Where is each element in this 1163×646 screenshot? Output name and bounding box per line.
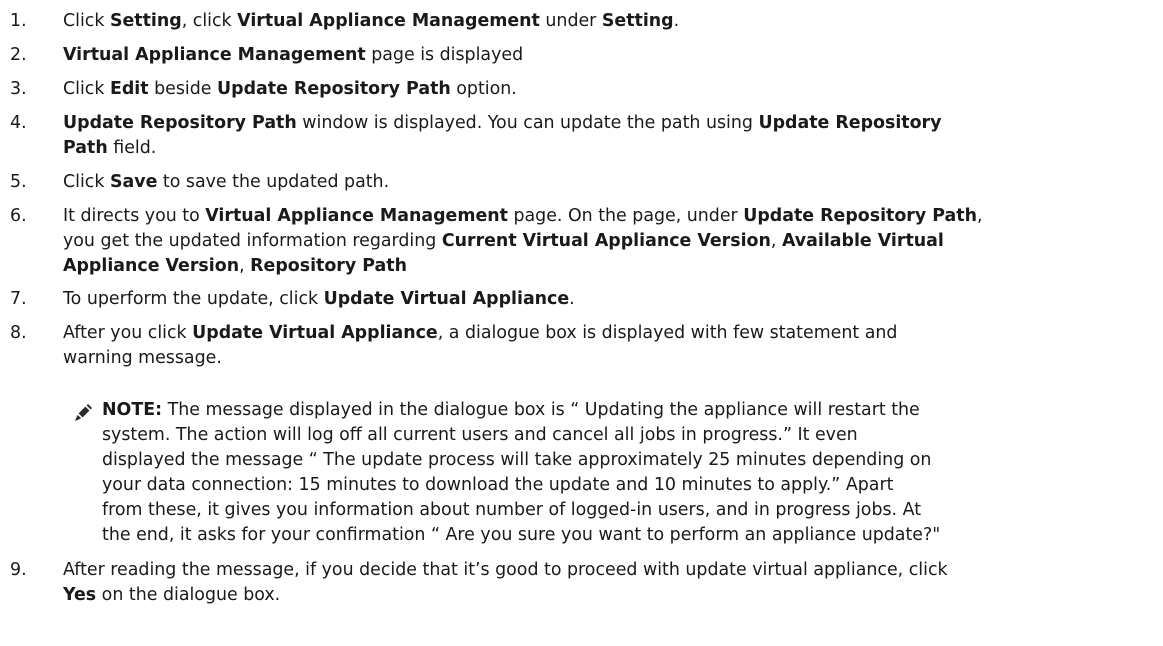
bold-term: Update Repository Path	[63, 113, 297, 133]
step-text: Virtual Appliance Management page is dis…	[63, 43, 1143, 68]
step-number: 4.	[10, 113, 27, 133]
step-text: Click Save to save the updated path.	[63, 170, 1143, 195]
bold-term: Current Virtual Appliance Version	[441, 231, 771, 251]
bold-term: Repository Path	[250, 256, 407, 276]
text-run: .	[569, 289, 575, 309]
bold-term: Virtual Appliance Management	[205, 206, 508, 226]
text-run: Click	[63, 79, 110, 99]
step-text: Update Repository Path window is display…	[63, 111, 1143, 161]
instruction-document: 1. Click Setting, click Virtual Applianc…	[0, 0, 1163, 646]
bold-term: Path	[63, 138, 108, 158]
step-number: 5.	[10, 172, 27, 192]
step-text: It directs you to Virtual Appliance Mana…	[63, 204, 1143, 279]
text-run: page. On the page, under	[507, 206, 744, 226]
text-run: To uperform the update, click	[63, 289, 324, 309]
bold-term: Virtual Appliance Management	[237, 11, 540, 31]
bold-term: Update Repository Path	[217, 79, 451, 99]
text-run: from these, it gives you information abo…	[102, 500, 922, 520]
step-number: 1.	[10, 11, 27, 31]
text-run: After reading the message, if you decide…	[63, 560, 948, 580]
text-run: Click	[63, 11, 110, 31]
note-text: NOTE: The message displayed in the dialo…	[102, 398, 1112, 548]
text-run: beside	[148, 79, 218, 99]
step-text: After reading the message, if you decide…	[63, 558, 1143, 608]
text-run: warning message.	[63, 348, 222, 368]
text-run: option.	[450, 79, 517, 99]
bold-term: Appliance Version	[63, 256, 240, 276]
step-number: 6.	[10, 206, 27, 226]
text-run: window is displayed. You can update the …	[296, 113, 759, 133]
text-run: system. The action will log off all curr…	[102, 425, 858, 445]
text-run: The message displayed in the dialogue bo…	[162, 400, 920, 420]
bold-term: Update Repository Path	[743, 206, 977, 226]
bold-term: Yes	[63, 585, 97, 605]
bold-term: Update Virtual Appliance	[192, 323, 438, 343]
text-run: page is displayed	[365, 45, 524, 65]
text-run: displayed the message “ The update proce…	[102, 450, 932, 470]
text-run: .	[673, 11, 680, 31]
bold-term: NOTE:	[102, 400, 163, 420]
text-run: It directs you to	[63, 206, 206, 226]
bold-term: Setting	[601, 11, 674, 31]
text-run: field.	[107, 138, 157, 158]
step-number: 8.	[10, 323, 27, 343]
step-number: 7.	[10, 289, 27, 309]
text-run: you get the updated information regardin…	[63, 231, 442, 251]
step-text: After you click Update Virtual Appliance…	[63, 321, 1143, 371]
text-run: the end, it asks for your confirmation “…	[102, 525, 941, 545]
step-text: Click Setting, click Virtual Appliance M…	[63, 9, 1143, 34]
text-run: Click	[63, 172, 110, 192]
bold-term: Setting	[109, 11, 182, 31]
text-run: ,	[770, 231, 782, 251]
text-run: on the dialogue box.	[96, 585, 281, 605]
pencil-note-icon	[74, 402, 94, 422]
bold-term: Available Virtual	[781, 231, 944, 251]
text-run: , click	[181, 11, 238, 31]
text-run: your data connection: 15 minutes to down…	[102, 475, 894, 495]
bold-term: Update Virtual Appliance	[323, 289, 570, 309]
step-number: 9.	[10, 560, 27, 580]
bold-term: Virtual Appliance Management	[63, 45, 366, 65]
step-number: 2.	[10, 45, 27, 65]
bold-term: Update Repository	[758, 113, 942, 133]
text-run: After you click	[63, 323, 193, 343]
step-text: To uperform the update, click Update Vir…	[63, 287, 1143, 312]
step-text: Click Edit beside Update Repository Path…	[63, 77, 1143, 102]
step-number: 3.	[10, 79, 27, 99]
text-run: ,	[976, 206, 983, 226]
text-run: to save the updated path.	[157, 172, 390, 192]
text-run: , a dialogue box is displayed with few s…	[437, 323, 898, 343]
text-run: ,	[239, 256, 251, 276]
bold-term: Save	[109, 172, 158, 192]
bold-term: Edit	[109, 79, 149, 99]
text-run: under	[539, 11, 602, 31]
